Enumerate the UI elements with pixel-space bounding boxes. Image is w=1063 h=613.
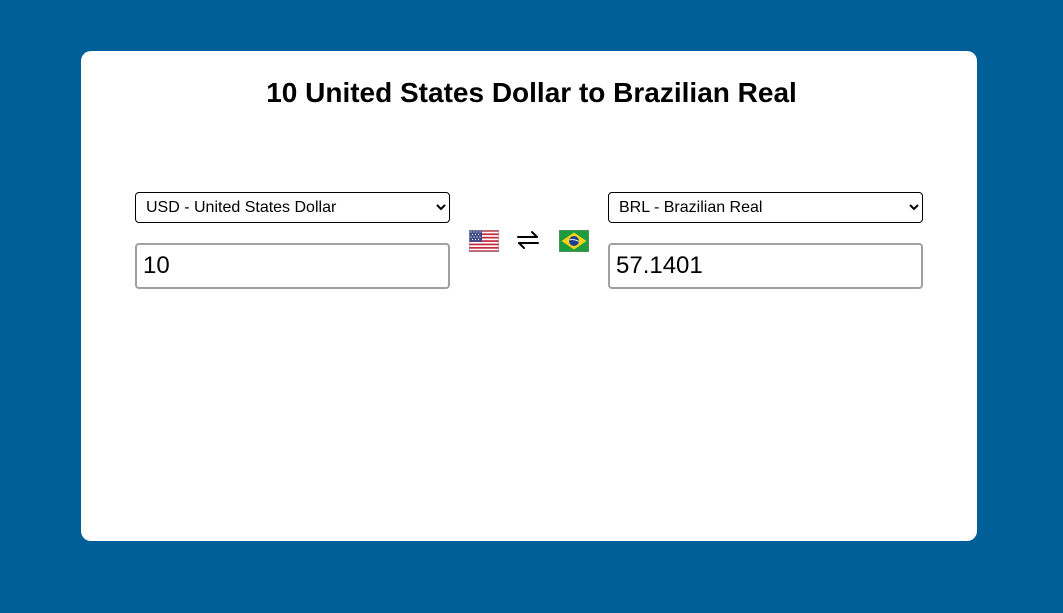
swap-arrows-icon[interactable]: [515, 229, 541, 251]
to-currency-select-wrapper: BRL - Brazilian Real: [608, 192, 923, 223]
brazil-flag-icon: [559, 230, 589, 252]
from-currency-select-wrapper: USD - United States Dollar: [135, 192, 450, 223]
converter-card: [81, 51, 977, 541]
from-amount-input[interactable]: [135, 243, 450, 289]
page-title: 10 United States Dollar to Brazilian Rea…: [266, 77, 797, 108]
to-currency-select[interactable]: BRL - Brazilian Real: [608, 192, 923, 223]
to-amount-input[interactable]: [608, 243, 923, 289]
us-flag-icon: [469, 230, 499, 252]
from-currency-select[interactable]: USD - United States Dollar: [135, 192, 450, 223]
